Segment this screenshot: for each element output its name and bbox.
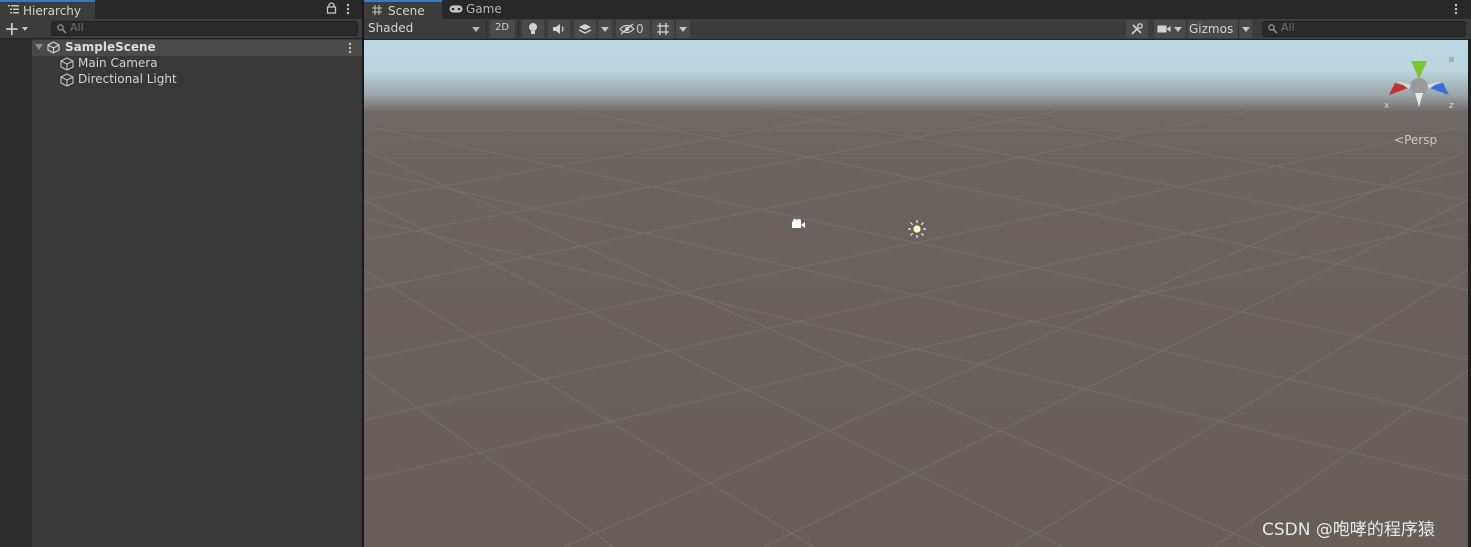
list-icon [8,5,19,14]
orientation-gizmo[interactable] [1389,57,1454,107]
axis-z-label: z [1449,101,1454,111]
search-icon [57,24,67,34]
tools-button[interactable] [1126,20,1148,38]
toggle-2d-button[interactable]: 2D [490,20,515,38]
lighting-toggle-button[interactable] [522,20,544,38]
hierarchy-tab[interactable]: Hierarchy [0,0,95,19]
toolbar-divider [518,20,519,38]
more-options-icon[interactable] [344,2,352,16]
hierarchy-item-label: Directional Light [78,72,177,86]
gizmos-dropdown[interactable]: Gizmos [1188,20,1252,38]
hierarchy-panel: Hierarchy All SampleScene Main Camera Di… [0,0,362,547]
axis-x-label: x [1384,101,1390,111]
hierarchy-item-main-camera[interactable]: Main Camera [32,56,362,72]
tab-label: Game [466,2,502,16]
effects-toggle-button[interactable] [574,20,596,38]
audio-toggle-button[interactable] [548,20,570,38]
camera-settings-dropdown[interactable] [1154,20,1186,38]
tab-game[interactable]: Game [442,0,512,19]
hierarchy-item-directional-light[interactable]: Directional Light [32,72,362,88]
layers-icon [578,24,592,34]
search-icon [1268,24,1278,34]
grid-dropdown[interactable] [676,20,690,38]
hidden-count: 0 [636,22,644,36]
more-options-icon[interactable] [1452,2,1460,16]
watermark: CSDN @咆哮的程序猿 [1262,520,1435,540]
chevron-down-icon [679,27,687,32]
camera-icon [1157,25,1171,33]
tab-scene[interactable]: Scene [364,0,442,19]
scene-options-icon[interactable] [346,41,354,55]
light-gizmo-icon[interactable] [908,220,926,238]
camera-gizmo-icon[interactable] [792,218,805,228]
hierarchy-search-input[interactable]: All [51,21,358,36]
grid-icon [372,5,382,15]
chevron-down-icon [1174,27,1182,32]
lightbulb-icon [529,23,537,34]
effects-dropdown[interactable] [598,20,612,38]
hierarchy-gutter [0,39,32,547]
gizmos-label: Gizmos [1189,22,1234,36]
search-placeholder: All [1281,21,1295,34]
hierarchy-tab-label: Hierarchy [23,4,82,18]
projection-label: Persp [1404,133,1438,147]
toggle-2d-label: 2D [495,22,510,33]
grid-toggle-button[interactable] [652,20,674,38]
search-placeholder: All [70,21,84,34]
eye-slash-icon [619,23,635,35]
scene-tab-bar: Scene Game [364,0,1471,19]
hierarchy-toolbar: All [0,19,362,39]
hierarchy-item-label: Main Camera [78,56,158,70]
expand-arrow-icon[interactable] [35,44,43,50]
hidden-objects-toggle[interactable]: 0 [616,20,650,38]
ground-grid: y x z [364,49,1468,547]
lock-icon[interactable] [326,2,337,14]
gameobject-cube-icon [60,57,74,71]
draw-mode-dropdown[interactable]: Shaded [364,19,484,39]
scene-name: SampleScene [65,40,156,54]
draw-mode-label: Shaded [368,21,414,35]
axis-y-label: y [1417,49,1423,59]
grid-snap-icon [657,23,669,35]
wrench-icon [1131,23,1143,35]
gamepad-icon [449,5,463,13]
gameobject-cube-icon [60,73,74,87]
scene-root-item[interactable]: SampleScene [32,40,362,56]
toolbar-divider [1238,20,1239,38]
unity-scene-icon [47,41,60,54]
add-object-dropdown[interactable] [5,21,33,37]
speaker-icon [553,24,564,34]
scene-toolbar: Shaded 2D 0 Gizmos All [364,19,1471,40]
toolbar-divider [486,20,487,38]
chevron-down-icon [1242,27,1250,32]
chevron-down-icon [601,27,609,32]
projection-toggle[interactable]: <Persp [1394,133,1437,147]
tab-label: Scene [388,4,425,18]
scene-panel: Scene Game Shaded 2D 0 Gizmos All y x z … [364,0,1471,547]
scene-search-input[interactable]: All [1262,21,1466,37]
chevron-down-icon [472,27,480,32]
hierarchy-tab-bar: Hierarchy [0,0,362,19]
scene-viewport[interactable]: y x z <Persp CSDN @咆哮的程序猿 [364,40,1468,547]
projection-icon: < [1394,133,1405,147]
